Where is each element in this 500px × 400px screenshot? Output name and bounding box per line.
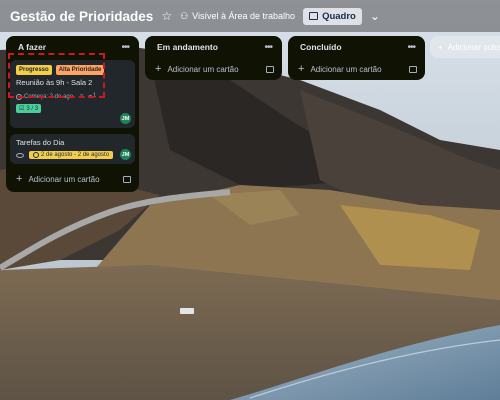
- list-title[interactable]: Concluído: [300, 42, 342, 52]
- card-title: Tarefas do Dia: [16, 138, 65, 147]
- attachment-badge: ⌀ 1: [88, 93, 96, 100]
- card-checklist-row: ☑ 3 / 3: [16, 104, 129, 113]
- list-header: Em andamento •••: [145, 36, 282, 58]
- more-options-icon[interactable]: •••: [264, 42, 272, 53]
- due-date-text: 2 de agosto - 2 de agosto: [41, 152, 110, 158]
- plus-icon: +: [298, 63, 305, 75]
- star-icon[interactable]: ☆: [161, 9, 172, 23]
- card-badges: Começa: 2 de ago. ≡ ⌀ 1: [16, 93, 129, 100]
- add-card-label: Adicionar um cartão: [310, 64, 382, 74]
- start-date-text: Começa: 2 de ago.: [24, 93, 75, 100]
- list-title[interactable]: Em andamento: [157, 42, 218, 52]
- board-view-button[interactable]: Quadro: [303, 7, 362, 25]
- paperclip-icon: ⌀: [88, 94, 92, 100]
- more-options-icon[interactable]: •••: [121, 42, 129, 53]
- add-card-label: Adicionar um cartão: [167, 64, 239, 74]
- board-view-label: Quadro: [322, 10, 356, 22]
- board-header: Gestão de Prioridades ☆ ⚇ Visível à Área…: [0, 0, 500, 32]
- start-date-badge[interactable]: Começa: 2 de ago.: [16, 93, 75, 100]
- template-icon[interactable]: [266, 65, 274, 73]
- visibility-button[interactable]: ⚇ Visível à Área de trabalho: [180, 11, 295, 22]
- board-icon: [309, 12, 319, 20]
- add-card-label: Adicionar um cartão: [28, 174, 100, 184]
- add-list-label: Adicionar outra lista: [447, 42, 500, 52]
- member-avatar[interactable]: JM: [120, 149, 131, 160]
- add-card-button[interactable]: + Adicionar um cartão: [288, 58, 425, 80]
- checklist-count: 3 / 3: [26, 105, 39, 112]
- people-icon: ⚇: [180, 10, 189, 21]
- chevron-down-icon[interactable]: ⌄: [370, 9, 380, 23]
- more-options-icon[interactable]: •••: [407, 42, 415, 53]
- label-progresso[interactable]: Progresso: [16, 65, 52, 75]
- add-card-button[interactable]: + Adicionar um cartão: [6, 168, 139, 190]
- plus-icon: +: [438, 42, 443, 52]
- label-alta-prioridade[interactable]: Alta Prioridade: [55, 65, 105, 75]
- card-labels: Progresso Alta Prioridade: [16, 65, 129, 75]
- list-header: Concluído •••: [288, 36, 425, 58]
- card-title: Reunião às 9h - Sala 2: [16, 78, 93, 87]
- list-em-andamento: Em andamento ••• + Adicionar um cartão: [145, 36, 282, 80]
- board-title[interactable]: Gestão de Prioridades: [10, 9, 153, 24]
- checklist-icon: ☑: [19, 106, 25, 112]
- list-a-fazer: A fazer ••• Progresso Alta Prioridade Re…: [6, 36, 139, 192]
- plus-icon: +: [155, 63, 162, 75]
- description-icon: ≡: [79, 93, 84, 100]
- visibility-label: Visível à Área de trabalho: [192, 11, 296, 21]
- template-icon[interactable]: [409, 65, 417, 73]
- eye-icon: [16, 152, 24, 158]
- card-badges: 2 de agosto - 2 de agosto: [16, 151, 129, 159]
- checklist-badge[interactable]: ☑ 3 / 3: [16, 104, 42, 113]
- plus-icon: +: [16, 173, 23, 185]
- clock-icon: [16, 93, 22, 100]
- template-icon[interactable]: [123, 175, 131, 183]
- list-header: A fazer •••: [6, 36, 139, 58]
- card-reuniao[interactable]: Progresso Alta Prioridade Reunião às 9h …: [10, 60, 135, 128]
- card-tarefas-do-dia[interactable]: Tarefas do Dia 2 de agosto - 2 de agosto…: [10, 134, 135, 164]
- due-date-badge[interactable]: 2 de agosto - 2 de agosto: [29, 151, 114, 159]
- add-card-button[interactable]: + Adicionar um cartão: [145, 58, 282, 80]
- list-title[interactable]: A fazer: [18, 42, 46, 52]
- attachment-count: 1: [92, 93, 97, 99]
- clock-icon: [33, 152, 39, 158]
- add-list-button[interactable]: + Adicionar outra lista: [430, 36, 500, 58]
- member-avatar[interactable]: JM: [120, 113, 131, 124]
- list-concluido: Concluído ••• + Adicionar um cartão: [288, 36, 425, 80]
